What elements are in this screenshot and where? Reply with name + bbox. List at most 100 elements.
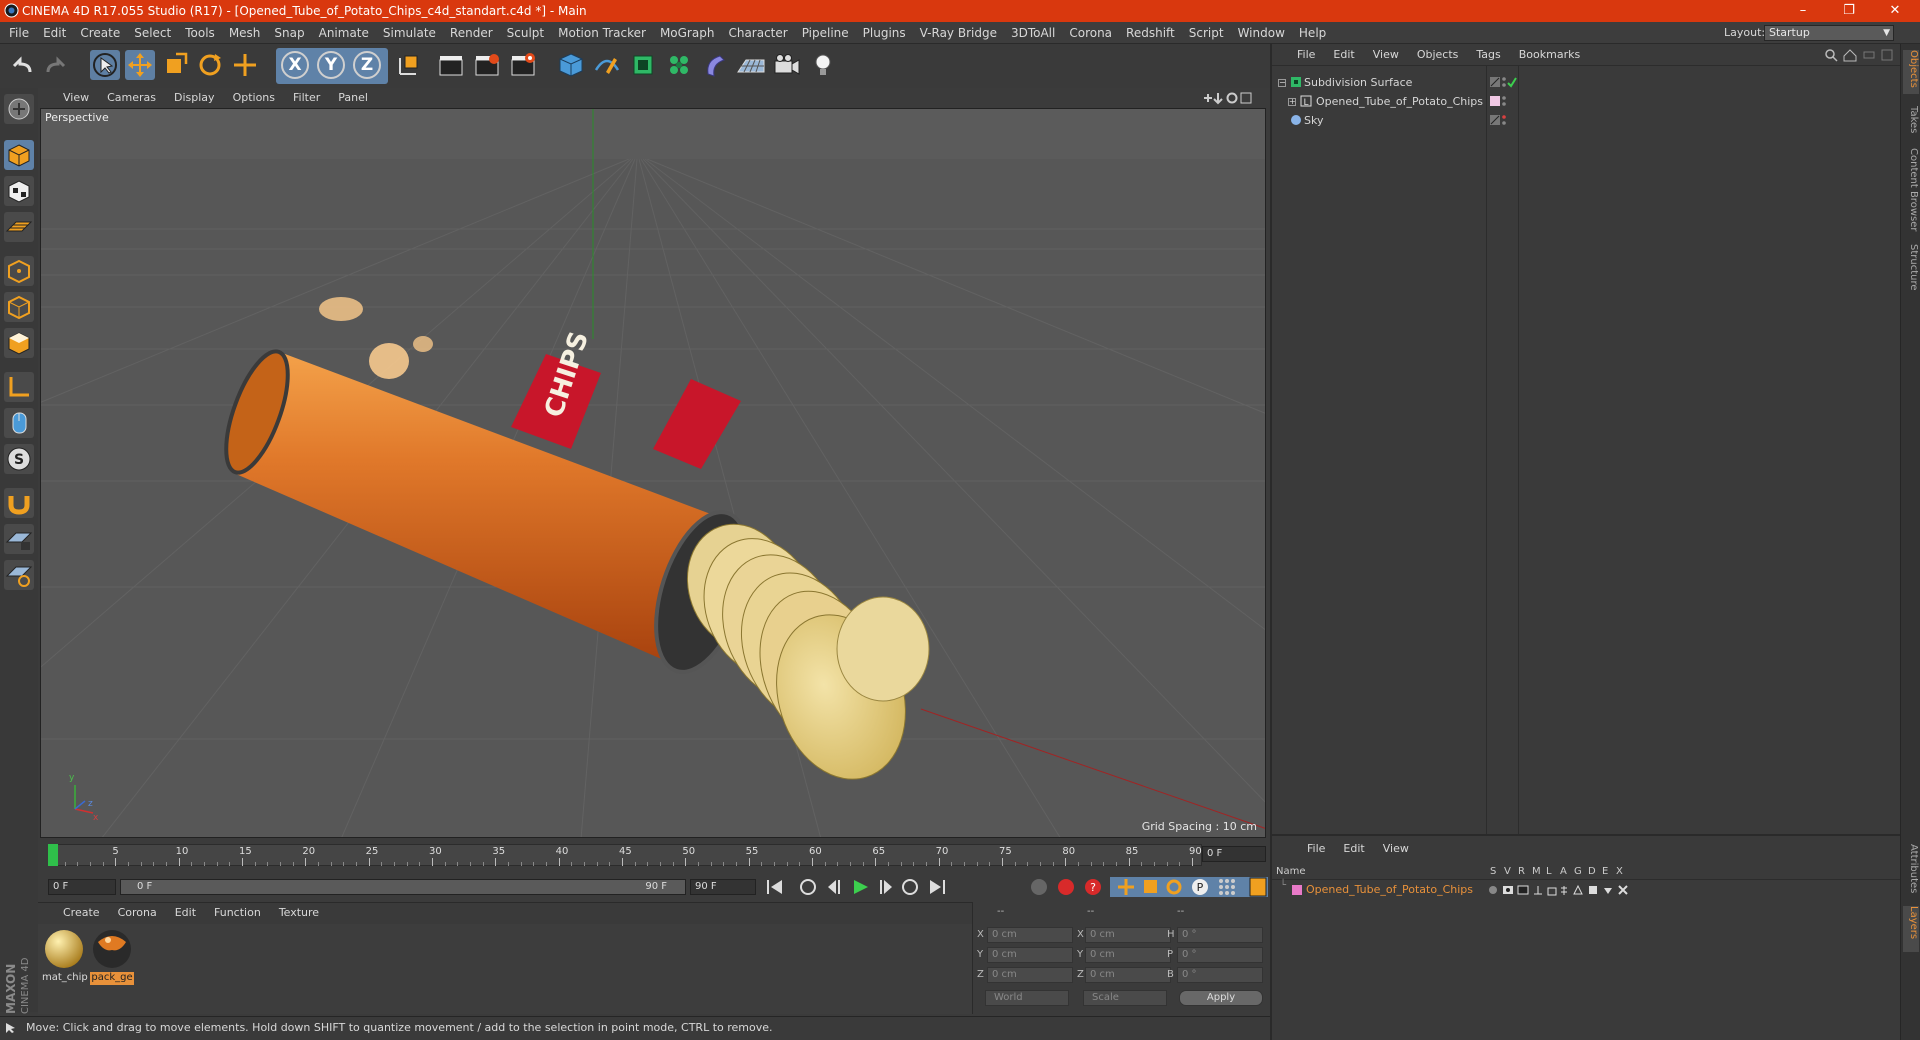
menu-snap[interactable]: Snap [267,22,311,44]
object-menu-view[interactable]: View [1364,48,1408,62]
close-button[interactable]: ✕ [1872,0,1918,22]
layer-col-x[interactable]: X [1616,866,1623,877]
viewport-menu-panel[interactable]: Panel [329,91,377,105]
playhead[interactable] [48,844,58,866]
tab-attributes[interactable]: Attributes [1903,844,1919,904]
cube-object-button[interactable] [556,50,586,80]
keyframe-tools[interactable]: ? P [1028,876,1268,898]
position-z-field[interactable]: 0 cm [987,967,1073,983]
menu-sculpt[interactable]: Sculpt [500,22,551,44]
menu-corona[interactable]: Corona [1062,22,1119,44]
workplane-mode-button[interactable] [4,212,34,242]
size-z-field[interactable]: 0 cm [1085,967,1171,983]
menu-redshift[interactable]: Redshift [1119,22,1182,44]
start-frame-field[interactable]: 0 F [48,879,116,895]
material-menu-corona[interactable]: Corona [109,906,166,920]
light-object-button[interactable] [808,50,838,80]
viewport-menu-display[interactable]: Display [165,91,224,105]
menu-edit[interactable]: Edit [36,22,73,44]
material-menu-function[interactable]: Function [205,906,270,920]
end-frame-field[interactable]: 90 F [690,879,756,895]
menu-mograph[interactable]: MoGraph [653,22,722,44]
live-selection-button[interactable] [90,50,120,80]
menu-animate[interactable]: Animate [312,22,376,44]
snap-button[interactable]: S [4,444,34,474]
object-manager-header-icons[interactable] [1824,48,1898,62]
undo-icon[interactable] [8,52,36,78]
layer-col-s[interactable]: S [1490,866,1496,877]
rotate-tool-button[interactable] [195,50,225,80]
tab-structure[interactable]: Structure [1903,244,1919,294]
current-frame-field[interactable]: 0 F [1202,846,1266,862]
menu-create[interactable]: Create [73,22,127,44]
object-row-subdivision[interactable]: − Subdivision Surface [1274,73,1898,92]
rotation-p-field[interactable]: 0 ° [1177,947,1263,963]
potato-chips-tube[interactable]: CHIPS [213,297,765,683]
viewport-menu-cameras[interactable]: Cameras [98,91,165,105]
material-mat-chip[interactable] [42,928,86,970]
menu-simulate[interactable]: Simulate [376,22,443,44]
expand-icon[interactable]: + [1288,98,1296,106]
enable-axis-button[interactable] [4,372,34,402]
viewport-nav-icons[interactable] [1200,91,1266,105]
mograph-cloner-button[interactable] [664,50,694,80]
tab-objects[interactable]: Objects [1903,50,1919,94]
layer-menu-view[interactable]: View [1374,842,1418,856]
size-x-field[interactable]: 0 cm [1085,927,1171,943]
scale-tool-button[interactable] [160,50,190,80]
coordinate-system-button[interactable] [394,50,424,80]
redo-icon[interactable] [42,52,70,78]
material-menu-edit[interactable]: Edit [166,906,205,920]
object-menu-objects[interactable]: Objects [1408,48,1468,62]
render-view-button[interactable] [436,50,466,80]
rotation-h-field[interactable]: 0 ° [1177,927,1263,943]
floor-object-button[interactable] [736,50,766,80]
viewport-menu-view[interactable]: View [54,91,98,105]
deformer-button[interactable] [700,50,730,80]
object-flags-tube[interactable] [1488,95,1518,107]
rotation-b-field[interactable]: 0 ° [1177,967,1263,983]
layer-col-d[interactable]: D [1588,866,1596,877]
viewport-menu-filter[interactable]: Filter [284,91,329,105]
points-mode-button[interactable] [4,256,34,286]
menu-render[interactable]: Render [443,22,500,44]
render-picture-viewer-button[interactable] [472,50,502,80]
menu-window[interactable]: Window [1231,22,1292,44]
tab-content-browser[interactable]: Content Browser [1903,148,1919,232]
material-menu-create[interactable]: Create [54,906,109,920]
menu-character[interactable]: Character [721,22,794,44]
layer-col-r[interactable]: R [1518,866,1525,877]
tweak-mode-button[interactable] [4,408,34,438]
coord-mode-select[interactable]: World [985,990,1069,1006]
layer-menu-file[interactable]: File [1298,842,1334,856]
viewport-menu-options[interactable]: Options [224,91,284,105]
minimize-button[interactable]: – [1780,0,1826,22]
y-axis-button[interactable]: Y [317,51,345,79]
menu-v-ray-bridge[interactable]: V-Ray Bridge [913,22,1004,44]
move-tool-button[interactable] [125,50,155,80]
object-row-sky[interactable]: Sky [1274,111,1898,130]
planar-workplane-button[interactable] [4,560,34,590]
menu-script[interactable]: Script [1182,22,1231,44]
material-menu-texture[interactable]: Texture [270,906,328,920]
coord-scale-select[interactable]: Scale [1083,990,1167,1006]
tab-takes[interactable]: Takes [1903,106,1919,140]
range-slider[interactable]: 0 F 90 F [120,879,686,895]
position-x-field[interactable]: 0 cm [987,927,1073,943]
z-axis-button[interactable]: Z [353,51,381,79]
model-mode-button[interactable] [4,140,34,170]
playback-controls[interactable] [764,876,1014,898]
object-menu-edit[interactable]: Edit [1324,48,1363,62]
layer-row[interactable]: └ Opened_Tube_of_Potato_Chips [1272,880,1900,898]
perspective-viewport[interactable]: CHIPS y x z Perspective Grid Spacing : 1… [40,108,1266,838]
edges-mode-button[interactable] [4,292,34,322]
maximize-button[interactable]: ❐ [1826,0,1872,22]
menu-3dtoall[interactable]: 3DToAll [1004,22,1062,44]
menu-pipeline[interactable]: Pipeline [795,22,856,44]
layer-col-g[interactable]: G [1574,866,1582,877]
object-flags-sky[interactable] [1488,114,1518,126]
layout-select[interactable]: Startup ▼ [1764,25,1894,41]
menu-mesh[interactable]: Mesh [222,22,268,44]
object-menu-tags[interactable]: Tags [1467,48,1509,62]
apply-button[interactable]: Apply [1179,990,1263,1006]
